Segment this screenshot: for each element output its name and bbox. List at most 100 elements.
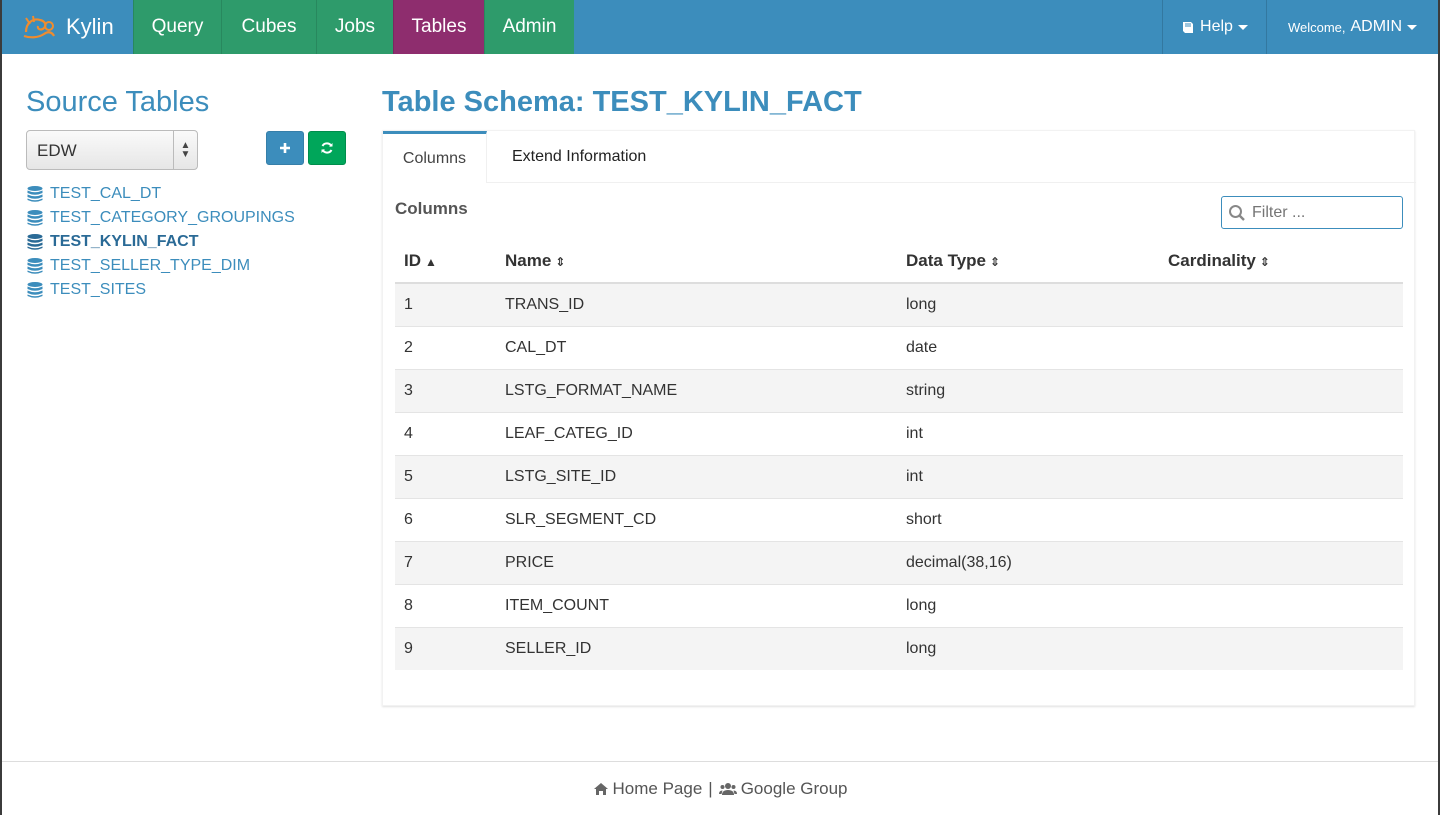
cell-name: LSTG_SITE_ID	[496, 454, 897, 498]
database-select[interactable]: EDW ▲ ▼	[26, 130, 198, 170]
help-label: Help	[1200, 18, 1233, 35]
table-item-test-kylin-fact[interactable]: TEST_KYLIN_FACT	[26, 230, 295, 254]
cell-name: LSTG_FORMAT_NAME	[496, 368, 897, 412]
table-row: 9 SELLER_ID long	[395, 626, 1403, 670]
caret-down-icon	[1407, 24, 1418, 30]
cell-cardinality	[1159, 282, 1403, 326]
home-page-label: Home Page	[612, 778, 703, 798]
cell-data-type: string	[897, 368, 1159, 412]
top-navbar: Kylin Query Cubes Jobs Tables Admin Help…	[2, 0, 1438, 54]
home-page-link[interactable]: Home Page	[593, 778, 703, 799]
table-item-test-cal-dt[interactable]: TEST_CAL_DT	[26, 182, 295, 206]
plus-icon	[280, 143, 290, 153]
select-arrows-icon: ▲ ▼	[173, 131, 197, 169]
cell-id: 5	[395, 454, 496, 498]
header-id[interactable]: ID ▲	[395, 239, 496, 284]
cell-cardinality	[1159, 540, 1403, 584]
table-item-label: TEST_CAL_DT	[50, 185, 162, 202]
tab-extend-information[interactable]: Extend Information	[487, 131, 646, 183]
footer: Home Page | Google Group	[2, 761, 1438, 815]
database-icon	[27, 186, 43, 202]
help-menu[interactable]: Help	[1162, 0, 1266, 54]
cell-name: LEAF_CATEG_ID	[496, 411, 897, 455]
filter-input[interactable]	[1252, 203, 1392, 222]
schema-panel: Columns Extend Information Columns ID ▲ N…	[382, 130, 1416, 706]
caret-down-icon	[1237, 24, 1248, 30]
cell-id: 1	[395, 282, 496, 326]
cell-name: TRANS_ID	[496, 282, 897, 326]
database-select-value: EDW	[37, 141, 77, 160]
cell-id: 4	[395, 411, 496, 455]
cell-cardinality	[1159, 626, 1403, 670]
database-icon	[27, 234, 43, 250]
table-row: 2 CAL_DT date	[395, 325, 1403, 369]
cell-data-type: long	[897, 626, 1159, 670]
table-schema-title: Table Schema: TEST_KYLIN_FACT	[382, 86, 862, 118]
add-table-button[interactable]	[266, 131, 304, 165]
sort-asc-icon: ▲	[425, 254, 437, 269]
cell-name: SELLER_ID	[496, 626, 897, 670]
sort-icon: ⇕	[555, 254, 566, 269]
table-row: 1 TRANS_ID long	[395, 282, 1403, 326]
cell-cardinality	[1159, 325, 1403, 369]
refresh-button[interactable]	[308, 131, 346, 165]
cell-data-type: long	[897, 282, 1159, 326]
brand[interactable]: Kylin	[2, 0, 133, 54]
header-cardinality-label: Cardinality	[1168, 250, 1256, 270]
user-menu[interactable]: Welcome, ADMIN	[1266, 0, 1438, 54]
kylin-logo-icon	[23, 15, 55, 39]
cell-data-type: decimal(38,16)	[897, 540, 1159, 584]
header-data-type-label: Data Type	[906, 250, 986, 270]
database-icon	[27, 282, 43, 298]
table-row: 8 ITEM_COUNT long	[395, 583, 1403, 627]
welcome-prefix: Welcome,	[1287, 19, 1346, 35]
table-header-row: ID ▲ Name ⇕ Data Type ⇕ Cardinality ⇕	[395, 239, 1403, 284]
google-group-link[interactable]: Google Group	[718, 778, 848, 799]
nav-jobs[interactable]: Jobs	[316, 0, 393, 54]
filter-field[interactable]	[1221, 196, 1403, 229]
refresh-icon	[321, 142, 333, 154]
sort-icon: ⇕	[990, 254, 1001, 269]
header-data-type[interactable]: Data Type ⇕	[897, 239, 1159, 284]
tab-columns[interactable]: Columns	[383, 131, 487, 183]
cell-cardinality	[1159, 583, 1403, 627]
cell-id: 8	[395, 583, 496, 627]
header-name[interactable]: Name ⇕	[496, 239, 897, 284]
cell-data-type: int	[897, 454, 1159, 498]
table-item-label: TEST_SITES	[50, 281, 147, 298]
header-name-label: Name	[505, 250, 552, 270]
header-cardinality[interactable]: Cardinality ⇕	[1159, 239, 1403, 284]
cell-id: 3	[395, 368, 496, 412]
username: ADMIN	[1350, 18, 1403, 35]
cell-id: 7	[395, 540, 496, 584]
table-item-test-sites[interactable]: TEST_SITES	[26, 278, 295, 302]
cell-data-type: short	[897, 497, 1159, 541]
database-icon	[27, 258, 43, 274]
cell-name: SLR_SEGMENT_CD	[496, 497, 897, 541]
table-row: 4 LEAF_CATEG_ID int	[395, 411, 1403, 455]
cell-name: CAL_DT	[496, 325, 897, 369]
nav-cubes[interactable]: Cubes	[221, 0, 316, 54]
schema-tabs: Columns Extend Information	[383, 131, 1416, 183]
table-row: 6 SLR_SEGMENT_CD short	[395, 497, 1403, 541]
cell-name: ITEM_COUNT	[496, 583, 897, 627]
users-icon	[718, 782, 737, 795]
nav-tables[interactable]: Tables	[393, 0, 484, 54]
cell-data-type: date	[897, 325, 1159, 369]
nav-admin[interactable]: Admin	[484, 0, 574, 54]
table-item-test-seller-type-dim[interactable]: TEST_SELLER_TYPE_DIM	[26, 254, 295, 278]
cell-id: 6	[395, 497, 496, 541]
table-item-label: TEST_CATEGORY_GROUPINGS	[50, 209, 295, 226]
table-row: 3 LSTG_FORMAT_NAME string	[395, 368, 1403, 412]
nav-query[interactable]: Query	[133, 0, 221, 54]
cell-data-type: long	[897, 583, 1159, 627]
google-group-label: Google Group	[740, 778, 848, 798]
cell-cardinality	[1159, 411, 1403, 455]
source-tables-title: Source Tables	[26, 86, 210, 118]
source-table-list: TEST_CAL_DT TEST_CATEGORY_GROUPINGS TEST…	[26, 182, 295, 302]
footer-separator: |	[708, 778, 713, 798]
header-id-label: ID	[404, 250, 421, 270]
cell-data-type: int	[897, 411, 1159, 455]
search-icon	[1229, 204, 1245, 221]
table-item-test-category-groupings[interactable]: TEST_CATEGORY_GROUPINGS	[26, 206, 295, 230]
